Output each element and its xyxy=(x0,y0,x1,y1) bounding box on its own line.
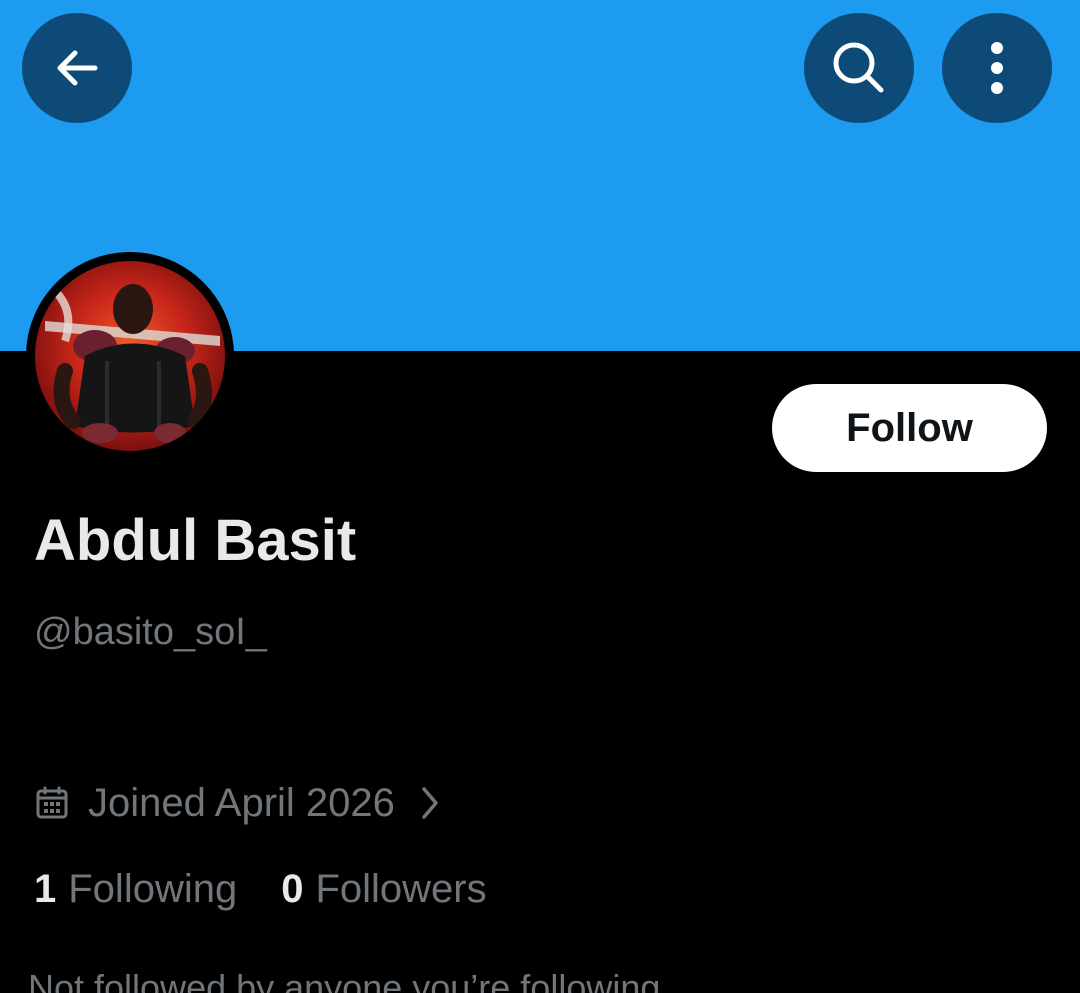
avatar[interactable] xyxy=(26,252,234,460)
chevron-right-icon xyxy=(422,787,438,819)
followers-link[interactable]: 0 Followers xyxy=(281,867,486,912)
avatar-illustration xyxy=(45,284,220,443)
followers-count: 0 xyxy=(281,866,304,911)
joined-date-row[interactable]: Joined April 2026 xyxy=(34,776,441,830)
username-handle: @basito_soI_ xyxy=(34,611,267,653)
following-link[interactable]: 1 Following xyxy=(34,867,237,912)
calendar-icon xyxy=(36,786,68,819)
following-count: 1 xyxy=(34,866,57,911)
arrow-left-icon xyxy=(57,50,98,86)
following-label: Following xyxy=(68,866,238,911)
more-vertical-icon xyxy=(991,42,1003,94)
follow-stats: 1 Following 0 Followers xyxy=(34,862,487,916)
mutual-followers-note: Not followed by anyone you’re following xyxy=(28,967,661,993)
back-button[interactable] xyxy=(22,13,132,123)
follow-button[interactable]: Follow xyxy=(772,384,1047,472)
joined-date-text: Joined April 2026 xyxy=(88,780,395,825)
profile-page: Follow Abdul Basit @basito_soI_ Joined A… xyxy=(0,0,1080,993)
search-button[interactable] xyxy=(804,13,914,123)
display-name: Abdul Basit xyxy=(34,508,357,573)
followers-label: Followers xyxy=(315,866,487,911)
more-options-button[interactable] xyxy=(942,13,1052,123)
avatar-image xyxy=(35,261,225,451)
search-icon xyxy=(833,42,884,93)
